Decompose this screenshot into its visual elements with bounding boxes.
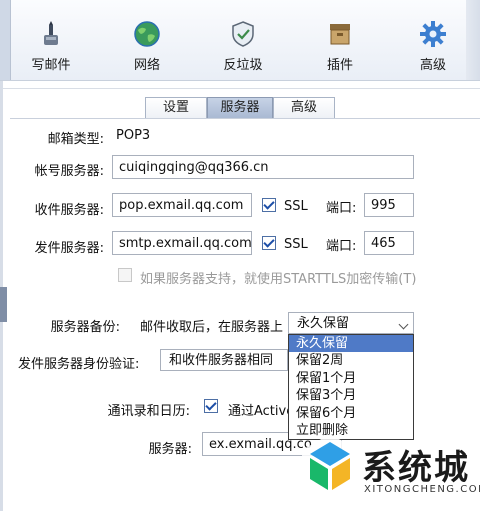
outgoing-auth-label: 发件服务器身份验证:	[18, 357, 140, 372]
toolbar-right-edge	[466, 0, 480, 80]
backup-option[interactable]: 永久保留	[289, 335, 413, 353]
incoming-ssl-label: SSL	[284, 199, 308, 214]
server-label: 服务器:	[148, 442, 192, 457]
backup-dropdown[interactable]: 永久保留	[288, 312, 414, 334]
backup-dropdown-value: 永久保留	[297, 316, 350, 331]
network-button[interactable]: 网络	[112, 20, 182, 76]
starttls-label: 如果服务器支持，就使用STARTTLS加密传输(T)	[140, 272, 417, 287]
starttls-checkbox[interactable]	[118, 268, 132, 282]
backup-option[interactable]: 保留1个月	[289, 370, 413, 387]
tab-advanced[interactable]: 高级	[273, 97, 335, 118]
compose-icon	[44, 21, 58, 45]
backup-option[interactable]: 保留6个月	[289, 405, 413, 422]
tab-settings[interactable]: 设置	[145, 97, 207, 118]
server-backup-prefix: 邮件收取后，在服务器上	[140, 320, 284, 335]
incoming-port-label: 端口:	[326, 201, 357, 216]
advanced-label: 高级	[419, 58, 446, 73]
backup-option[interactable]: 保留2周	[289, 352, 413, 369]
outgoing-port-label: 端口:	[326, 239, 357, 254]
mailbox-type-value: POP3	[116, 128, 151, 143]
server-backup-label: 服务器备份:	[50, 320, 120, 335]
plugin-icon	[330, 24, 350, 45]
compose-button[interactable]: 写邮件	[16, 20, 86, 76]
watermark-text: 系统城	[362, 448, 470, 488]
outgoing-auth-value: 和收件服务器相同	[169, 353, 274, 368]
network-label: 网络	[133, 58, 160, 73]
antispam-button[interactable]: 反垃圾	[208, 20, 278, 76]
outgoing-server-label: 发件服务器:	[34, 241, 104, 256]
incoming-server-label: 收件服务器:	[34, 203, 104, 218]
gear-icon	[420, 21, 446, 47]
account-server-field[interactable]: cuiqingqing@qq366.cn	[112, 155, 414, 179]
plugins-label: 插件	[326, 58, 353, 73]
globe-icon	[134, 21, 160, 47]
toolbar-left-edge	[0, 0, 11, 80]
antispam-label: 反垃圾	[223, 58, 263, 73]
outgoing-port-field[interactable]: 465	[364, 231, 414, 255]
tab-panel-border	[10, 118, 480, 119]
incoming-server-field[interactable]: pop.exmail.qq.com	[112, 193, 252, 217]
outgoing-server-field[interactable]: smtp.exmail.qq.com	[112, 231, 252, 255]
watermark-subtext: XITONGCHENG.COM	[364, 484, 480, 495]
plugins-button[interactable]: 插件	[305, 20, 375, 76]
side-scroll-marker[interactable]	[0, 287, 7, 322]
incoming-ssl-checkbox[interactable]	[262, 198, 276, 212]
advanced-button[interactable]: 高级	[398, 20, 468, 76]
chevron-down-icon	[398, 319, 409, 330]
divider	[3, 88, 480, 89]
account-server-label: 帐号服务器:	[34, 164, 104, 179]
mailbox-type-label: 邮箱类型:	[47, 132, 104, 147]
contacts-checkbox-label: 通过Active	[228, 404, 290, 419]
watermark-logo	[302, 434, 358, 498]
outgoing-ssl-label: SSL	[284, 237, 308, 252]
outgoing-auth-dropdown[interactable]: 和收件服务器相同	[160, 349, 288, 371]
toolbar: 写邮件 网络 反垃圾 插件 高级	[0, 0, 480, 81]
contacts-checkbox[interactable]	[204, 399, 218, 413]
contacts-calendar-label: 通讯录和日历:	[107, 404, 190, 419]
backup-option[interactable]: 保留3个月	[289, 387, 413, 404]
tab-server[interactable]: 服务器	[207, 97, 273, 118]
incoming-port-field[interactable]: 995	[364, 193, 414, 217]
shield-icon	[232, 21, 254, 47]
backup-options-list: 永久保留 保留2周 保留1个月 保留3个月 保留6个月 立即删除	[288, 334, 414, 441]
outgoing-ssl-checkbox[interactable]	[262, 236, 276, 250]
compose-label: 写邮件	[31, 58, 71, 73]
